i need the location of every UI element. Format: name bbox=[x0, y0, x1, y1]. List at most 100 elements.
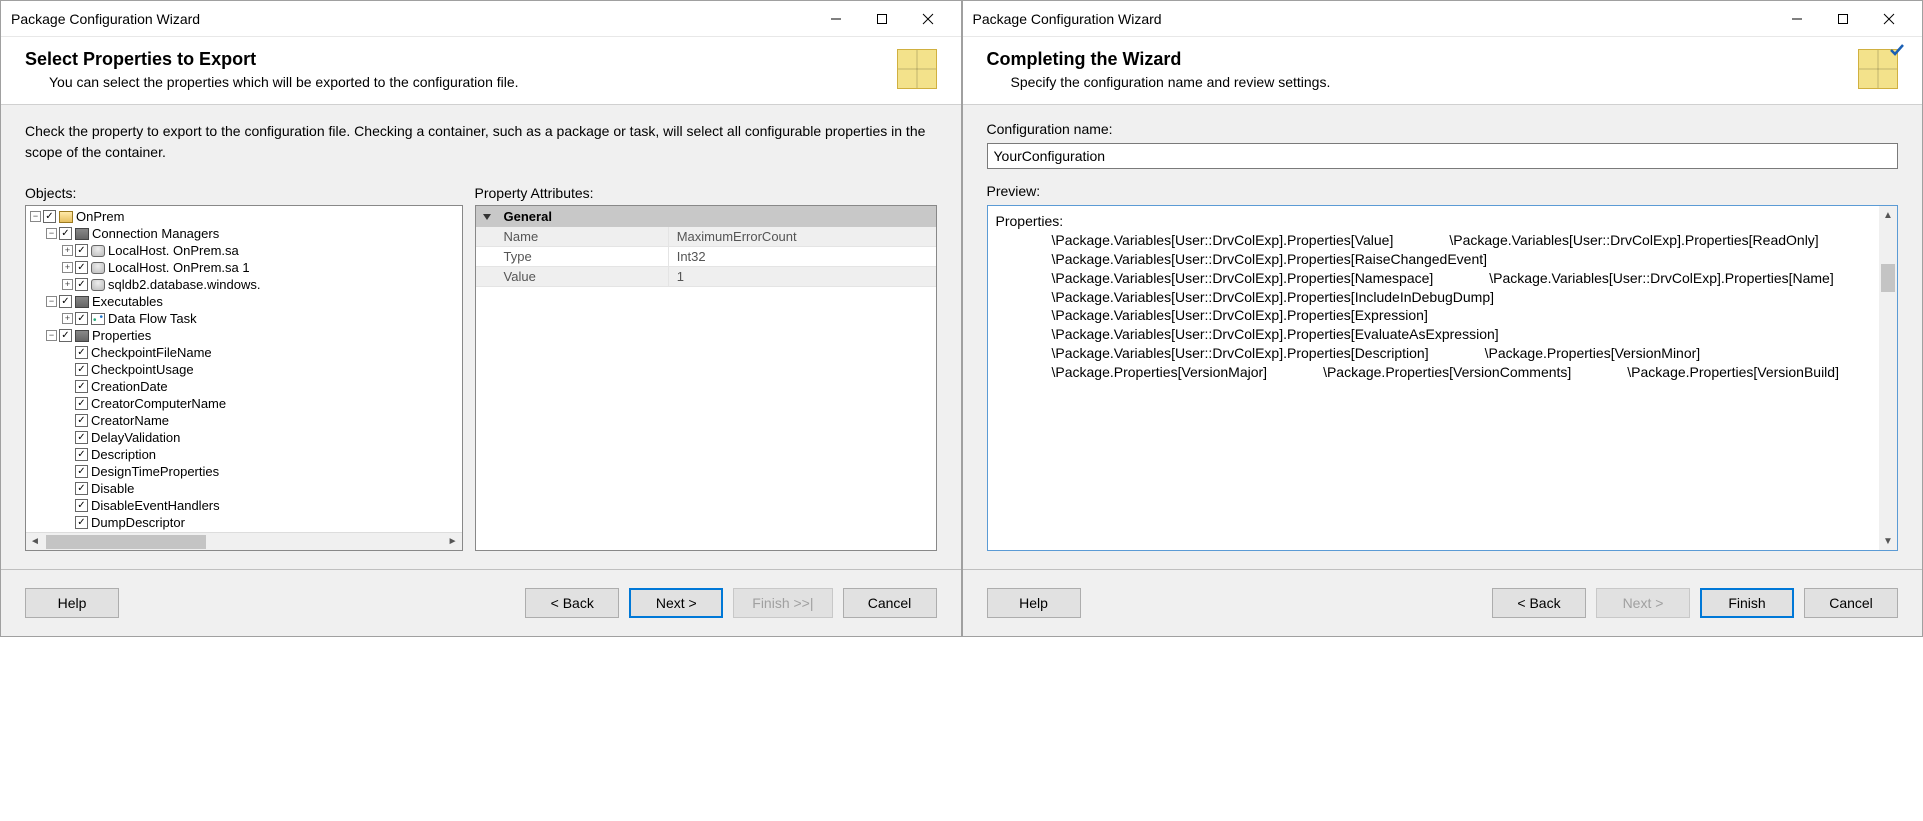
scrollbar-thumb[interactable] bbox=[1881, 264, 1895, 292]
wizard-header: Completing the Wizard Specify the config… bbox=[963, 37, 1923, 105]
checkbox[interactable] bbox=[75, 346, 88, 359]
tree-row[interactable]: − Connection Managers bbox=[26, 225, 462, 242]
tree-row[interactable]: − Properties bbox=[26, 327, 462, 344]
horizontal-scrollbar[interactable]: ◄ ► bbox=[26, 532, 462, 550]
finish-button: Finish >>| bbox=[733, 588, 832, 618]
checkbox[interactable] bbox=[59, 295, 72, 308]
minimize-button[interactable] bbox=[813, 4, 859, 34]
scroll-up-icon[interactable]: ▲ bbox=[1879, 206, 1897, 224]
checkbox[interactable] bbox=[75, 465, 88, 478]
attribute-row[interactable]: Name MaximumErrorCount bbox=[476, 227, 936, 247]
checkbox[interactable] bbox=[75, 414, 88, 427]
tree-label: DelayValidation bbox=[91, 429, 180, 446]
back-button[interactable]: < Back bbox=[525, 588, 619, 618]
window-title: Package Configuration Wizard bbox=[11, 11, 813, 27]
preview-line: \Package.Variables[User::DrvColExp].Prop… bbox=[996, 231, 1394, 250]
checkbox[interactable] bbox=[75, 499, 88, 512]
checkbox[interactable] bbox=[59, 329, 72, 342]
expand-icon[interactable]: + bbox=[62, 279, 73, 290]
tree-row[interactable]: CreatorName bbox=[26, 412, 462, 429]
help-button[interactable]: Help bbox=[987, 588, 1081, 618]
vertical-scrollbar[interactable]: ▲ ▼ bbox=[1879, 206, 1897, 550]
footer-button-row: Help < Back Next > Finish >>| Cancel bbox=[1, 570, 961, 636]
attributes-grid[interactable]: General Name MaximumErrorCount Type Int3… bbox=[475, 205, 937, 551]
checkbox[interactable] bbox=[59, 227, 72, 240]
checkbox[interactable] bbox=[75, 448, 88, 461]
tree-label: OnPrem bbox=[76, 208, 124, 225]
wizard-header: Select Properties to Export You can sele… bbox=[1, 37, 961, 105]
maximize-button[interactable] bbox=[1820, 4, 1866, 34]
cancel-button[interactable]: Cancel bbox=[1804, 588, 1898, 618]
preview-box[interactable]: Properties: \Package.Variables[User::Drv… bbox=[987, 205, 1899, 551]
preview-line: \Package.Variables[User::DrvColExp].Prop… bbox=[996, 288, 1495, 307]
expand-icon[interactable]: + bbox=[62, 245, 73, 256]
tree-row[interactable]: Description bbox=[26, 446, 462, 463]
tree-label: LocalHost. OnPrem.sa 1 bbox=[108, 259, 250, 276]
tree-row[interactable]: − OnPrem bbox=[26, 208, 462, 225]
checkbox[interactable] bbox=[75, 482, 88, 495]
checkbox[interactable] bbox=[75, 244, 88, 257]
tree-row[interactable]: CheckpointUsage bbox=[26, 361, 462, 378]
preview-line: \Package.Variables[User::DrvColExp].Prop… bbox=[996, 269, 1434, 288]
checkbox[interactable] bbox=[75, 380, 88, 393]
config-name-input[interactable] bbox=[987, 143, 1899, 169]
tree-label: CheckpointFileName bbox=[91, 344, 212, 361]
help-button[interactable]: Help bbox=[25, 588, 119, 618]
tree-row[interactable]: CheckpointFileName bbox=[26, 344, 462, 361]
tree-row[interactable]: DelayValidation bbox=[26, 429, 462, 446]
checkbox[interactable] bbox=[75, 312, 88, 325]
tree-row[interactable]: + Data Flow Task bbox=[26, 310, 462, 327]
preview-line: \Package.Properties[VersionComments] bbox=[1267, 363, 1571, 382]
checkbox[interactable] bbox=[75, 278, 88, 291]
scroll-left-icon[interactable]: ◄ bbox=[26, 533, 44, 551]
expand-icon[interactable]: + bbox=[62, 262, 73, 273]
connection-icon bbox=[91, 279, 105, 291]
preview-heading: Properties: bbox=[996, 212, 1890, 231]
tree-row[interactable]: CreatorComputerName bbox=[26, 395, 462, 412]
scroll-down-icon[interactable]: ▼ bbox=[1879, 532, 1897, 550]
expand-icon[interactable]: + bbox=[62, 313, 73, 324]
attribute-row[interactable]: Value 1 bbox=[476, 267, 936, 287]
back-button[interactable]: < Back bbox=[1492, 588, 1586, 618]
finish-button[interactable]: Finish bbox=[1700, 588, 1794, 618]
tree-row[interactable]: CreationDate bbox=[26, 378, 462, 395]
footer-button-row: Help < Back Next > Finish Cancel bbox=[963, 570, 1923, 636]
collapse-icon[interactable]: − bbox=[46, 296, 57, 307]
close-button[interactable] bbox=[905, 4, 951, 34]
tree-row[interactable]: DesignTimeProperties bbox=[26, 463, 462, 480]
checkbox[interactable] bbox=[75, 431, 88, 444]
checkbox[interactable] bbox=[75, 516, 88, 529]
attributes-section-header[interactable]: General bbox=[476, 206, 936, 227]
preview-line: \Package.Properties[VersionMinor] bbox=[1429, 344, 1701, 363]
next-button[interactable]: Next > bbox=[629, 588, 723, 618]
tree-row[interactable]: − Executables bbox=[26, 293, 462, 310]
tree-row[interactable]: + LocalHost. OnPrem.sa 1 bbox=[26, 259, 462, 276]
collapse-icon[interactable]: − bbox=[30, 211, 41, 222]
maximize-button[interactable] bbox=[859, 4, 905, 34]
tree-row[interactable]: Disable bbox=[26, 480, 462, 497]
tree-row[interactable]: + sqldb2.database.windows. bbox=[26, 276, 462, 293]
attribute-row[interactable]: Type Int32 bbox=[476, 247, 936, 267]
checkbox[interactable] bbox=[75, 397, 88, 410]
checkbox[interactable] bbox=[75, 261, 88, 274]
scroll-right-icon[interactable]: ► bbox=[444, 533, 462, 551]
objects-tree[interactable]: − OnPrem − Connection Managers bbox=[25, 205, 463, 551]
connection-icon bbox=[91, 262, 105, 274]
tree-label: CreatorComputerName bbox=[91, 395, 226, 412]
preview-line: \Package.Variables[User::DrvColExp].Prop… bbox=[996, 344, 1429, 363]
collapse-icon[interactable]: − bbox=[46, 228, 57, 239]
tree-row[interactable]: DisableEventHandlers bbox=[26, 497, 462, 514]
checkbox[interactable] bbox=[43, 210, 56, 223]
tree-row[interactable]: + LocalHost. OnPrem.sa bbox=[26, 242, 462, 259]
collapse-icon[interactable]: − bbox=[46, 330, 57, 341]
tree-label: Properties bbox=[92, 327, 151, 344]
minimize-button[interactable] bbox=[1774, 4, 1820, 34]
dataflow-icon bbox=[91, 313, 105, 325]
tree-row[interactable]: DumpDescriptor bbox=[26, 514, 462, 531]
connection-icon bbox=[91, 245, 105, 257]
close-button[interactable] bbox=[1866, 4, 1912, 34]
checkbox[interactable] bbox=[75, 363, 88, 376]
cancel-button[interactable]: Cancel bbox=[843, 588, 937, 618]
scrollbar-thumb[interactable] bbox=[46, 535, 206, 549]
attribute-name-label: Name bbox=[476, 227, 669, 246]
